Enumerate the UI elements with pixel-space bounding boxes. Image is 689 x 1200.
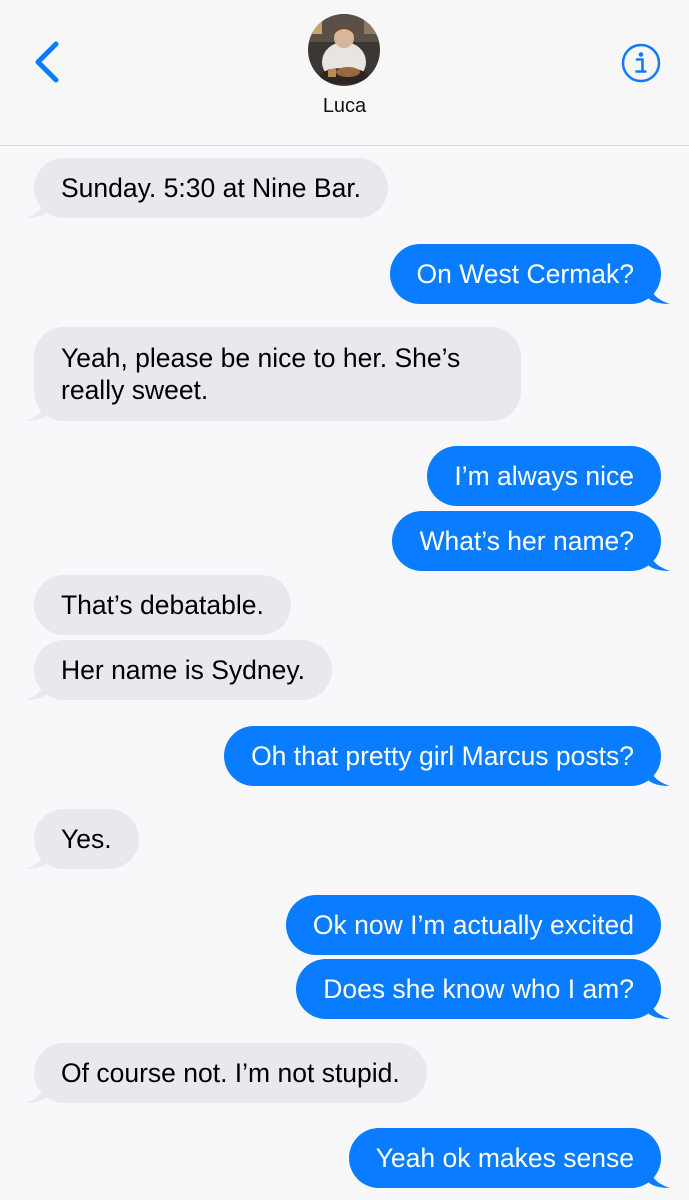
outgoing-message[interactable]: Oh that pretty girl Marcus posts? [224, 726, 670, 786]
bubble-tail [648, 547, 670, 571]
message-text: Yeah, please be nice to her. She’s reall… [61, 343, 461, 405]
incoming-message[interactable]: Her name is Sydney. [25, 640, 332, 700]
bubble-tail [25, 845, 47, 869]
bubble-tail [25, 194, 47, 218]
outgoing-message[interactable]: What’s her name? [392, 511, 670, 571]
outgoing-message[interactable]: On West Cermak? [389, 244, 670, 304]
message-text: I’m always nice [454, 461, 634, 491]
message-text: Yes. [61, 824, 112, 854]
message-text: That’s debatable. [61, 590, 264, 620]
incoming-message[interactable]: Yeah, please be nice to her. She’s reall… [25, 327, 521, 421]
bubble-tail [648, 762, 670, 786]
message-text: Oh that pretty girl Marcus posts? [251, 741, 634, 771]
message-text: Yeah ok makes sense [375, 1143, 634, 1173]
bubble-tail [25, 1079, 47, 1103]
message-text: What’s her name? [419, 526, 634, 556]
message-text: Ok now I’m actually excited [312, 910, 634, 940]
bubble-tail [648, 995, 670, 1019]
incoming-message[interactable]: That’s debatable. [34, 575, 291, 635]
bubble-tail [25, 676, 47, 700]
incoming-message[interactable]: Yes. [25, 809, 139, 869]
message-text: Does she know who I am? [323, 974, 634, 1004]
outgoing-message[interactable]: Ok now I’m actually excited [285, 895, 661, 955]
incoming-message[interactable]: Sunday. 5:30 at Nine Bar. [25, 158, 389, 218]
bubble-tail [648, 280, 670, 304]
bubble-tail [25, 397, 47, 421]
message-text: Her name is Sydney. [61, 655, 305, 685]
outgoing-message[interactable]: I’m always nice [427, 446, 661, 506]
outgoing-message[interactable]: Does she know who I am? [296, 959, 670, 1019]
incoming-message[interactable]: Of course not. I’m not stupid. [25, 1043, 427, 1103]
bubble-tail [648, 1164, 670, 1188]
message-text: On West Cermak? [416, 259, 634, 289]
message-text: Of course not. I’m not stupid. [61, 1058, 400, 1088]
message-text: Sunday. 5:30 at Nine Bar. [61, 173, 362, 203]
outgoing-message[interactable]: Yeah ok makes sense [348, 1128, 670, 1188]
message-thread: Sunday. 5:30 at Nine Bar. On West Cermak… [0, 0, 689, 1200]
